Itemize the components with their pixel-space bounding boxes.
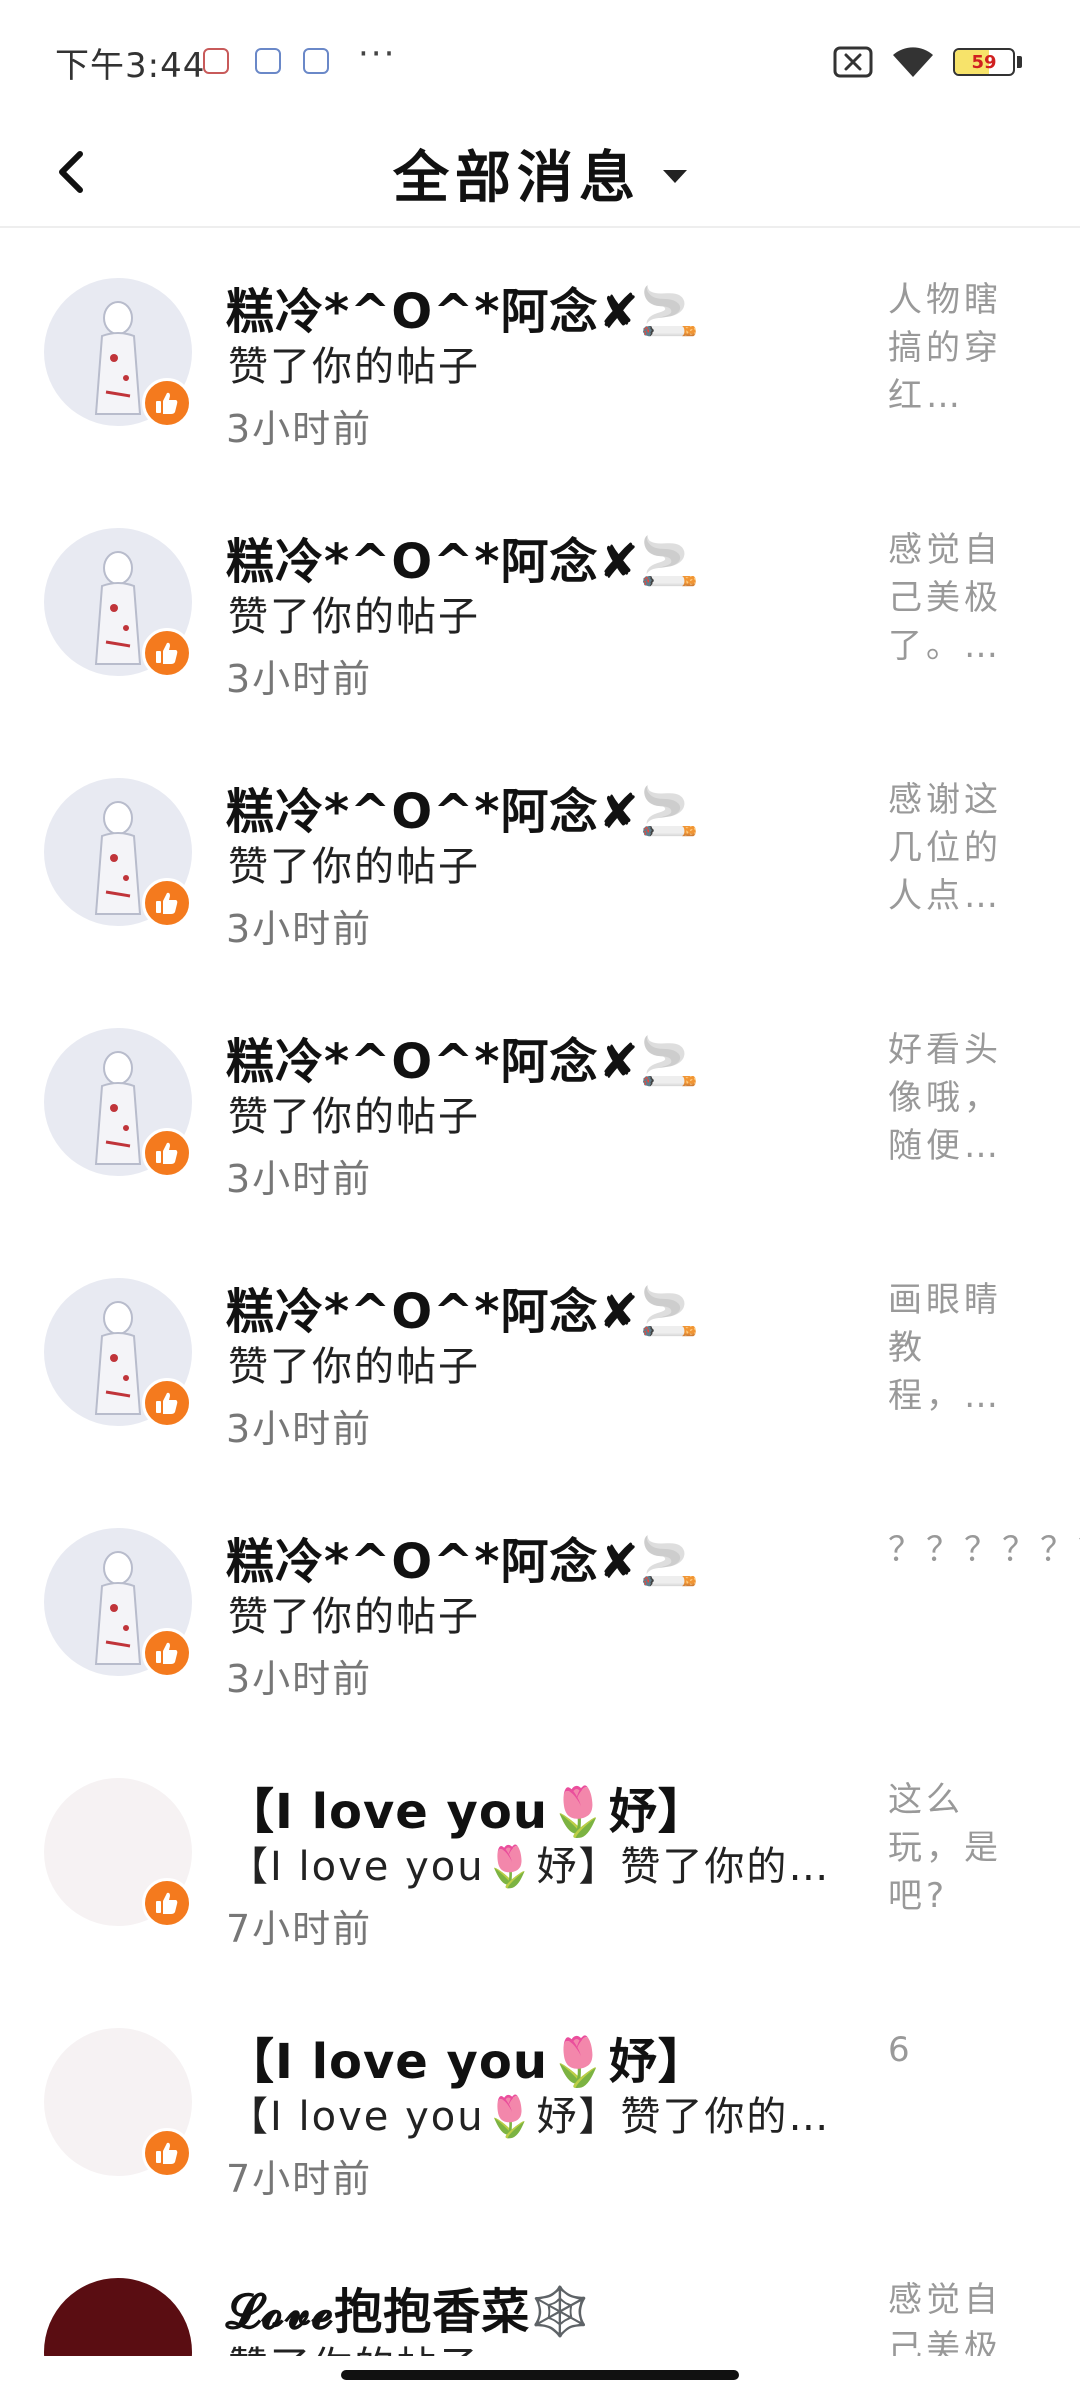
app-icon-3: [303, 48, 329, 74]
message-time: 3小时前: [226, 1407, 373, 1451]
post-preview[interactable]: 人物瞎搞的穿红…: [888, 276, 1008, 420]
message-item[interactable]: 糕冷*^O^*阿念✘🚬赞了你的帖子 3小时前 ？？？？？？？？…: [0, 1478, 1080, 1728]
avatar-figure: [94, 1051, 142, 1165]
message-item[interactable]: 【I love you🌷妤】 【I love you🌷妤】赞了你的… 7小时前 这么玩…: [0, 1728, 1080, 1978]
status-right-group: 59: [833, 44, 1022, 80]
avatar-figure: [94, 301, 142, 415]
sender-name[interactable]: 糕冷*^O^*阿念✘🚬: [226, 772, 700, 842]
post-preview[interactable]: 这么玩，是吧?: [888, 1776, 1008, 1920]
battery-tip: [1017, 56, 1022, 68]
avatar-figure: [94, 551, 142, 665]
post-preview[interactable]: 感谢这几位的人点…: [888, 776, 1008, 920]
no-sim-icon: [833, 46, 873, 78]
caret-down-icon: [663, 169, 687, 183]
message-time: 3小时前: [226, 407, 373, 451]
message-action: 赞了你的帖子: [228, 594, 480, 640]
message-action: 赞了你的帖子: [228, 1344, 480, 1390]
sender-name[interactable]: 【I love you🌷妤】: [226, 2022, 707, 2092]
message-time: 7小时前: [226, 2157, 373, 2201]
app-icon-2: [255, 48, 281, 74]
message-time: 3小时前: [226, 1157, 373, 1201]
battery-level: 59: [971, 51, 997, 73]
sender-name[interactable]: 糕冷*^O^*阿念✘🚬: [226, 272, 700, 342]
message-action: 赞了你的帖子: [228, 344, 480, 390]
message-action: 赞了你的帖子: [228, 1594, 480, 1640]
page-title: 全部消息: [393, 145, 641, 211]
post-preview[interactable]: 6: [888, 2026, 1008, 2074]
message-action: 【I love you🌷妤】赞了你的…: [228, 2094, 831, 2140]
message-list[interactable]: 糕冷*^O^*阿念✘🚬 赞了你的帖子 3小时前 人物瞎搞的穿红… 糕冷*^O^*阿念✘🚬…: [0, 228, 1080, 2356]
message-time: 3小时前: [226, 1657, 373, 1701]
avatar-figure: [94, 1551, 142, 1665]
message-action: 赞了你的帖子: [228, 2334, 480, 2356]
sender-name[interactable]: 糕冷*^O^*阿念✘🚬: [226, 1522, 700, 1592]
battery-icon: 59: [953, 48, 1015, 76]
avatar[interactable]: [44, 2278, 192, 2356]
post-preview[interactable]: 感觉自己美极: [888, 2276, 1008, 2356]
app-icon-1: [203, 48, 229, 74]
message-item[interactable]: 糕冷*^O^*阿念✘🚬 赞了你的帖子 3小时前 画眼睛教程，…: [0, 1228, 1080, 1478]
message-action: 赞了你的帖子: [228, 1094, 480, 1140]
avatar-figure: [94, 801, 142, 915]
message-action: 赞了你的帖子: [228, 844, 480, 890]
status-bar: 下午3:44 ··· 59: [0, 0, 1080, 120]
thumbs-up-icon: [142, 878, 192, 928]
status-time: 下午3:44: [55, 46, 206, 86]
message-item[interactable]: 糕冷*^O^*阿念✘🚬 赞了你的帖子 3小时前 感觉自己美极了。…: [0, 478, 1080, 728]
message-action: 【I love you🌷妤】赞了你的…: [228, 1844, 831, 1890]
title-dropdown[interactable]: 全部消息: [0, 120, 1080, 226]
sender-name[interactable]: 𝓛𝓸𝓿𝓮抱抱香菜🕸️: [226, 2272, 591, 2342]
home-indicator[interactable]: [341, 2370, 739, 2380]
post-preview[interactable]: 感觉自己美极了。…: [888, 526, 1008, 670]
message-item[interactable]: 𝓛𝓸𝓿𝓮抱抱香菜🕸️赞了你的帖子 感觉自己美极: [0, 2228, 1080, 2356]
message-time: 3小时前: [226, 907, 373, 951]
more-notifications-icon: ···: [358, 34, 397, 74]
thumbs-up-icon: [142, 1378, 192, 1428]
post-preview[interactable]: 画眼睛教程，…: [888, 1276, 1008, 1420]
thumbs-up-icon: [142, 2128, 192, 2178]
sender-name[interactable]: 糕冷*^O^*阿念✘🚬: [226, 522, 700, 592]
avatar-figure: [94, 1301, 142, 1415]
message-item[interactable]: 【I love you🌷妤】 【I love you🌷妤】赞了你的… 7小时前 6: [0, 1978, 1080, 2228]
sender-name[interactable]: 【I love you🌷妤】: [226, 1772, 707, 1842]
post-preview[interactable]: 好看头像哦，随便…: [888, 1026, 1008, 1170]
thumbs-up-icon: [142, 1128, 192, 1178]
wifi-icon: [891, 45, 935, 79]
message-time: 7小时前: [226, 1907, 373, 1951]
sender-name[interactable]: 糕冷*^O^*阿念✘🚬: [226, 1272, 700, 1342]
header: 全部消息: [0, 120, 1080, 228]
sender-name[interactable]: 糕冷*^O^*阿念✘🚬: [226, 1022, 700, 1092]
message-item[interactable]: 糕冷*^O^*阿念✘🚬 赞了你的帖子 3小时前 人物瞎搞的穿红…: [0, 228, 1080, 478]
thumbs-up-icon: [142, 378, 192, 428]
message-time: 3小时前: [226, 657, 373, 701]
thumbs-up-icon: [142, 628, 192, 678]
post-preview[interactable]: ？？？？？？？？…: [888, 1526, 1080, 1574]
message-item[interactable]: 糕冷*^O^*阿念✘🚬 赞了你的帖子 3小时前 好看头像哦，随便…: [0, 978, 1080, 1228]
thumbs-up-icon: [142, 1628, 192, 1678]
message-item[interactable]: 糕冷*^O^*阿念✘🚬 赞了你的帖子 3小时前 感谢这几位的人点…: [0, 728, 1080, 978]
thumbs-up-icon: [142, 1878, 192, 1928]
